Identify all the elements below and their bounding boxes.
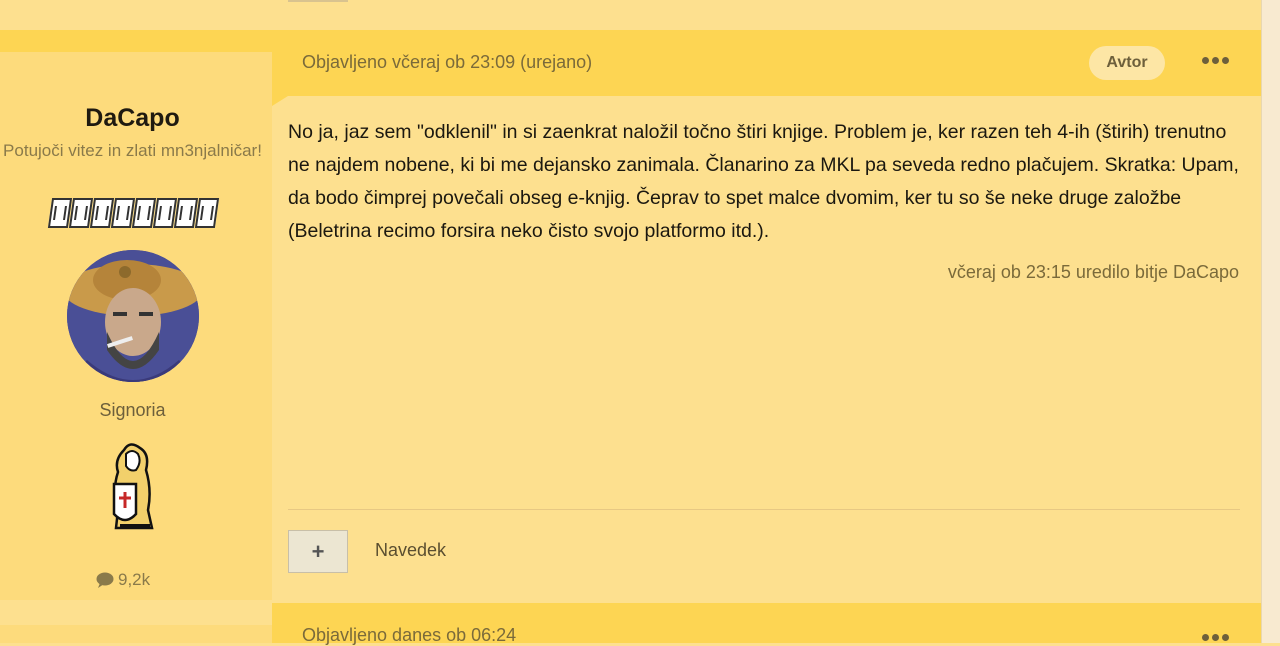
previous-post-footer xyxy=(0,0,1262,31)
post: DaCapo Potujoči vitez in zlati mn3njalni… xyxy=(0,30,1262,600)
comment-icon xyxy=(96,572,114,588)
author-panel xyxy=(0,625,272,643)
divider xyxy=(288,509,1240,510)
author-title: Potujoči vitez in zlati mn3njalničar! xyxy=(3,141,262,160)
ellipsis-icon[interactable] xyxy=(1202,631,1236,643)
post-text: No ja, jaz sem "odklenil" in si zaenkrat… xyxy=(288,121,1239,242)
post-header: Objavljeno včeraj ob 23:09 (urejano) Avt… xyxy=(272,30,1262,106)
avatar[interactable] xyxy=(67,250,199,382)
rank-icons xyxy=(47,198,220,228)
user-group: Signoria xyxy=(99,400,166,420)
scrollbar[interactable] xyxy=(1261,0,1280,643)
post-count-value: 9,2k xyxy=(118,570,151,589)
quote-label[interactable]: Navedek xyxy=(375,540,446,561)
rank-pip-icon xyxy=(194,198,220,228)
quote-button[interactable]: + xyxy=(288,530,348,573)
edited-note: včeraj ob 23:15 uredilo bitje DaCapo xyxy=(947,262,1239,282)
author-badge: Avtor xyxy=(1089,46,1165,80)
post-count[interactable]: 9,2k xyxy=(96,570,150,590)
previous-quote-button-edge[interactable] xyxy=(288,0,348,2)
post-date[interactable]: Objavljeno včeraj ob 23:09 (urejano) xyxy=(302,52,592,73)
post-content: No ja, jaz sem "odklenil" in si zaenkrat… xyxy=(288,116,1248,248)
author-panel: DaCapo Potujoči vitez in zlati mn3njalni… xyxy=(0,52,272,600)
post: Objavljeno danes ob 06:24 xyxy=(0,603,1262,645)
lion-shield-icon xyxy=(106,440,160,534)
ellipsis-icon[interactable] xyxy=(1202,54,1236,66)
author-name[interactable]: DaCapo xyxy=(0,104,265,133)
post-header: Objavljeno danes ob 06:24 xyxy=(272,603,1262,645)
